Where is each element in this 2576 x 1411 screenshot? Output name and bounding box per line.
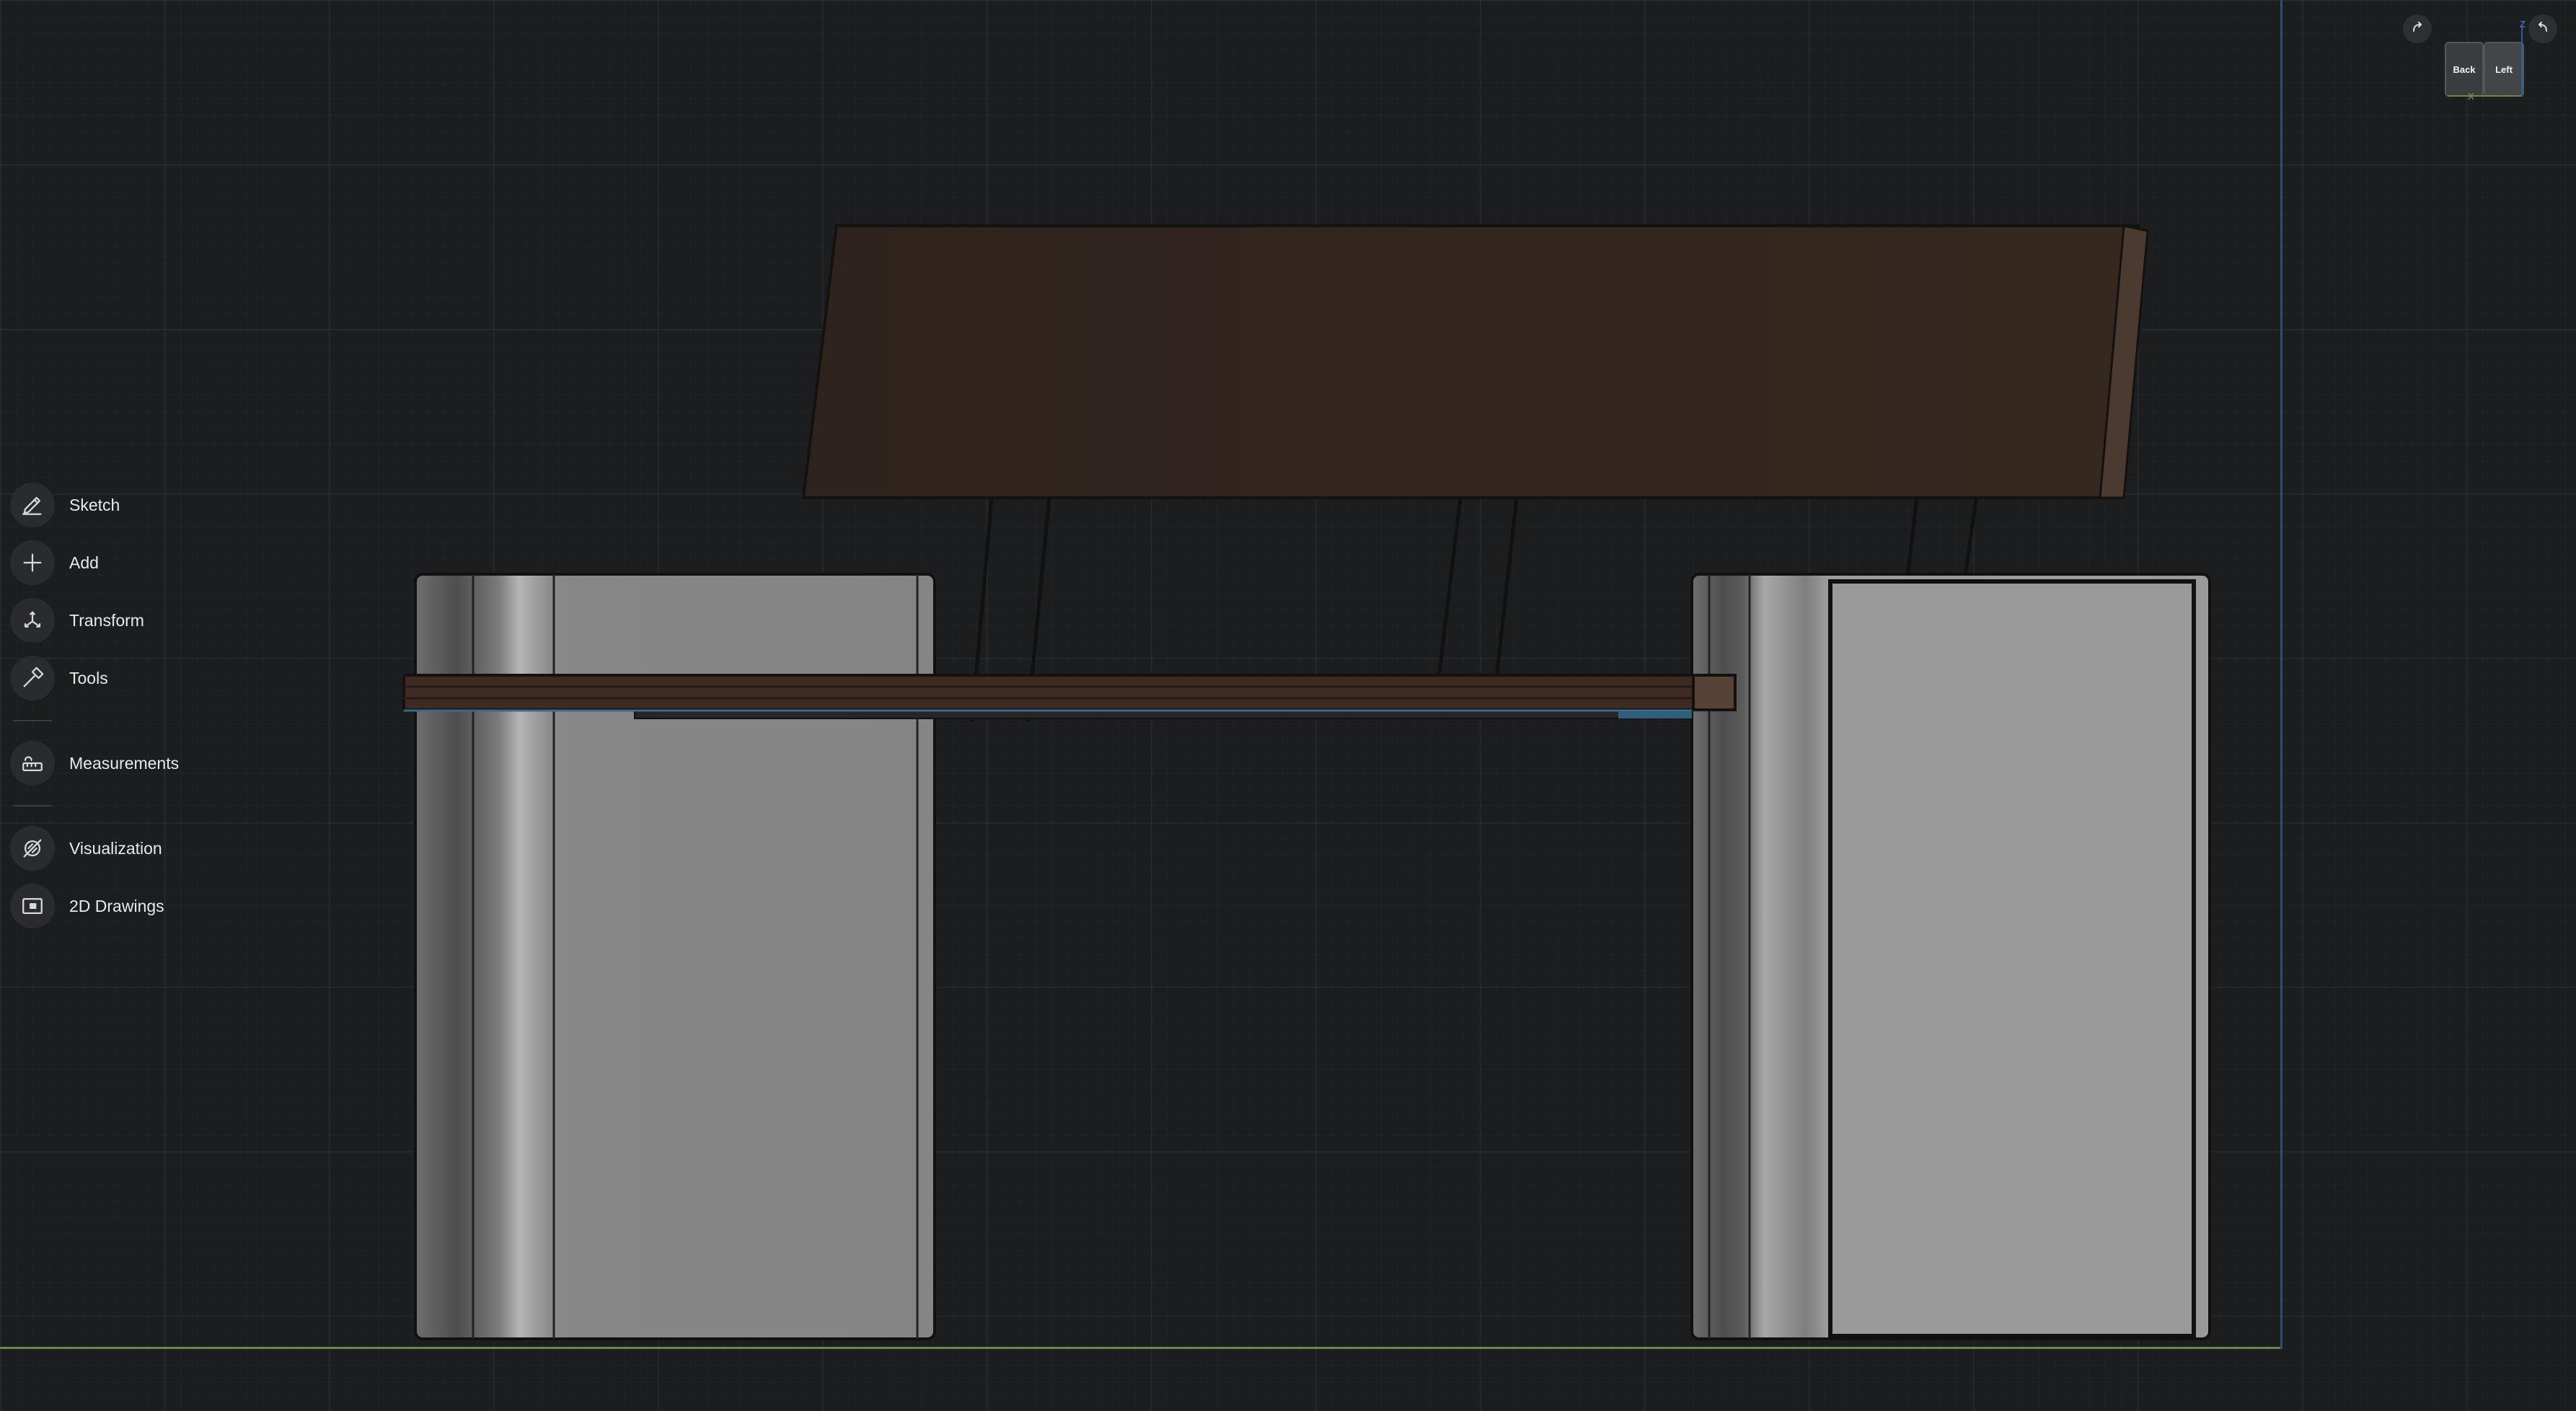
2d-drawings-tool[interactable]: 2D Drawings bbox=[10, 877, 226, 935]
visualization-icon bbox=[10, 826, 55, 871]
hammer-icon bbox=[10, 656, 55, 700]
bench-model[interactable] bbox=[0, 0, 2576, 1411]
view-cube-z-axis bbox=[2521, 26, 2523, 97]
sketch-label: Sketch bbox=[69, 495, 120, 514]
x-axis-label: X bbox=[2468, 91, 2474, 102]
rotate-clockwise-button[interactable] bbox=[2403, 14, 2432, 43]
measurements-label: Measurements bbox=[69, 753, 180, 773]
z-axis-line bbox=[2280, 0, 2282, 1349]
transform-tool[interactable]: Transform bbox=[10, 592, 226, 649]
visualization-tool[interactable]: Visualization bbox=[10, 819, 226, 877]
add-tool[interactable]: Add bbox=[10, 534, 226, 592]
transform-label: Transform bbox=[69, 610, 144, 630]
rotate-clockwise-icon bbox=[2409, 19, 2426, 40]
2d-drawings-label: 2D Drawings bbox=[69, 896, 164, 915]
left-toolbar: Sketch Add Transform Tools Measurements … bbox=[10, 476, 226, 935]
tools-label: Tools bbox=[69, 668, 108, 687]
view-cube-back-face[interactable]: Back bbox=[2445, 42, 2484, 97]
plus-icon bbox=[10, 540, 55, 585]
visualization-label: Visualization bbox=[69, 838, 162, 858]
ruler-icon bbox=[10, 741, 55, 786]
3d-viewport[interactable]: Sketch Add Transform Tools Measurements … bbox=[0, 0, 2576, 1411]
tools-tool[interactable]: Tools bbox=[10, 649, 226, 707]
rotate-counterclockwise-button[interactable] bbox=[2528, 14, 2557, 43]
backrest-panel[interactable] bbox=[801, 224, 2140, 499]
drawing-sheet-icon bbox=[10, 884, 55, 928]
transform-arrows-icon bbox=[10, 598, 55, 643]
rotate-counterclockwise-icon bbox=[2534, 19, 2551, 40]
z-axis-label: Z bbox=[2520, 19, 2526, 30]
toolbar-divider bbox=[13, 720, 52, 721]
view-cube[interactable]: Back Left Z X bbox=[2394, 13, 2567, 107]
right-leg[interactable] bbox=[1690, 573, 2211, 1340]
toolbar-divider bbox=[13, 805, 52, 806]
view-cube-x-axis bbox=[2448, 95, 2523, 97]
add-label: Add bbox=[69, 553, 99, 572]
sketch-tool[interactable]: Sketch bbox=[10, 476, 226, 534]
view-cube-left-face[interactable]: Left bbox=[2484, 42, 2524, 97]
x-axis-line bbox=[0, 1347, 2282, 1349]
measurements-tool[interactable]: Measurements bbox=[10, 734, 226, 792]
pencil-icon bbox=[10, 483, 55, 527]
